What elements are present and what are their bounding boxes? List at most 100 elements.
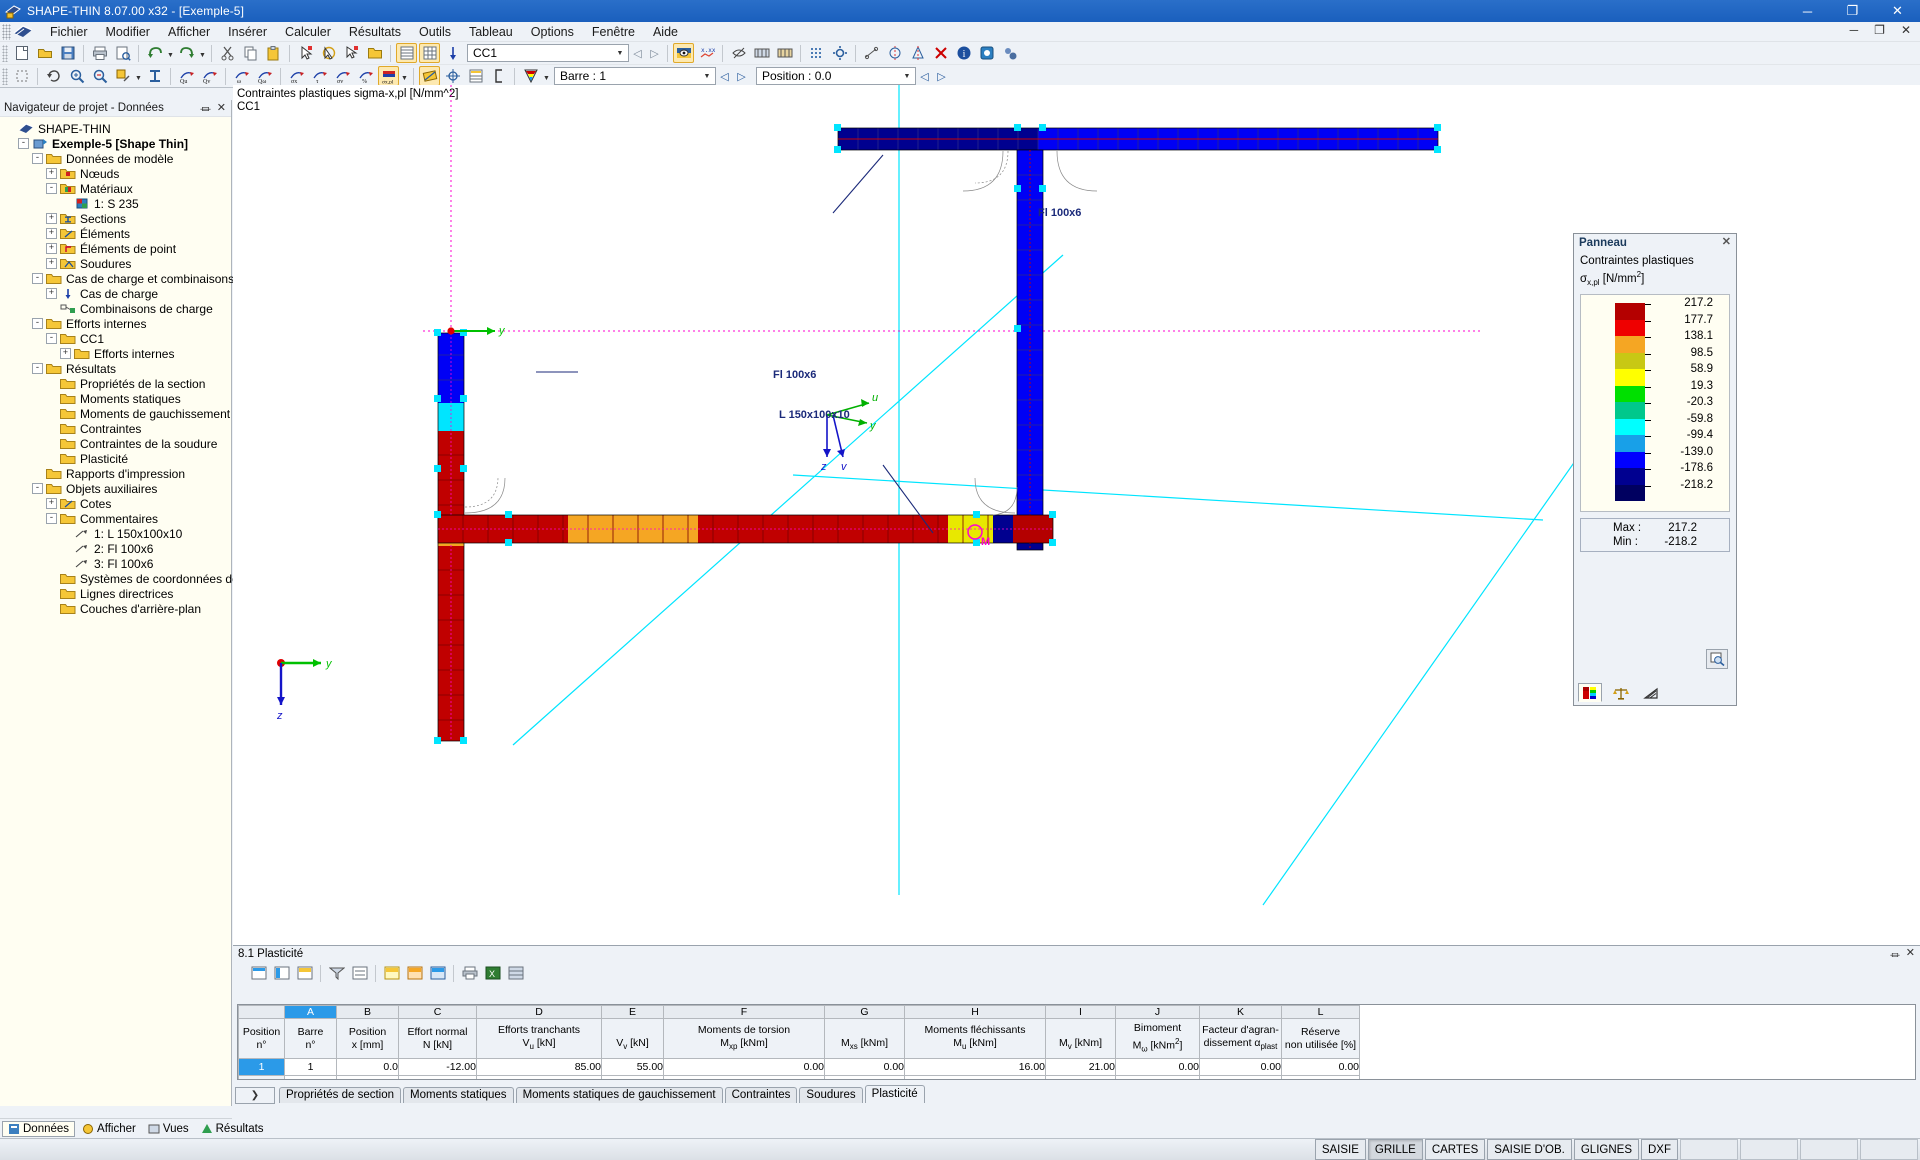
render-results-icon[interactable] bbox=[673, 43, 694, 63]
table-highlight-blue-icon[interactable] bbox=[427, 963, 448, 983]
sigma-v-icon[interactable]: σv bbox=[332, 66, 353, 86]
redo-icon[interactable] bbox=[176, 43, 197, 63]
status-toggle-saisie-d-ob-[interactable]: SAISIE D'OB. bbox=[1487, 1139, 1572, 1160]
table-cell-empty[interactable] bbox=[1115, 1075, 1200, 1079]
menu-item-options[interactable]: Options bbox=[522, 23, 583, 41]
table-cell[interactable]: 55.00 bbox=[601, 1058, 664, 1076]
toolbar-grip-2[interactable] bbox=[2, 67, 8, 85]
load-case-icon[interactable] bbox=[442, 43, 463, 63]
table-cell[interactable]: 21.00 bbox=[1045, 1058, 1116, 1076]
column-letter-header[interactable] bbox=[238, 1005, 285, 1019]
show-values-icon[interactable]: x.xx bbox=[696, 43, 717, 63]
table-cell[interactable]: -12.00 bbox=[398, 1058, 477, 1076]
percent-icon[interactable]: % bbox=[355, 66, 376, 86]
menu-item-outils[interactable]: Outils bbox=[410, 23, 460, 41]
panneau-close-icon[interactable]: ✕ bbox=[1722, 235, 1731, 248]
menu-item-calculer[interactable]: Calculer bbox=[276, 23, 340, 41]
tree-item[interactable]: + Éléments de point bbox=[4, 241, 231, 256]
tree-item[interactable]: Systèmes de coordonnées définis par l bbox=[4, 571, 287, 586]
settings-gear-icon[interactable] bbox=[829, 43, 850, 63]
loadcase-next-button[interactable]: ▷ bbox=[646, 44, 663, 63]
column-letter-header[interactable]: H bbox=[904, 1005, 1046, 1019]
table-row[interactable]: 1 1 0.0 -12.00 85.00 55.00 0.00 0.00 16.00 21.00 0… bbox=[238, 1058, 1360, 1076]
menu-item-fenetre[interactable]: Fenêtre bbox=[583, 23, 644, 41]
tree-toggle[interactable]: - bbox=[46, 333, 57, 344]
bracket-icon[interactable] bbox=[488, 66, 509, 86]
tree-item[interactable]: 2: Fl 100x6 bbox=[4, 541, 231, 556]
results-table[interactable]: A B C D E F G H I J K L Position n° Barre n° Position x [… bbox=[238, 1005, 1360, 1079]
column-letter-header[interactable]: A bbox=[284, 1005, 337, 1019]
member-combo-arrow[interactable]: ▼ bbox=[699, 68, 715, 84]
tree-item[interactable]: Moments de gauchissement bbox=[4, 406, 231, 421]
tree-toggle[interactable]: + bbox=[46, 288, 57, 299]
mdi-restore-button[interactable]: ❐ bbox=[1869, 23, 1890, 37]
position-combo-arrow[interactable]: ▼ bbox=[899, 68, 915, 84]
qv-result-icon[interactable]: Qv bbox=[199, 66, 220, 86]
tree-toggle[interactable]: + bbox=[46, 213, 57, 224]
deselect-icon[interactable] bbox=[341, 43, 362, 63]
mesh-icon[interactable] bbox=[806, 43, 827, 63]
tree-toggle[interactable]: - bbox=[18, 138, 29, 149]
save-icon[interactable] bbox=[57, 43, 78, 63]
member-prev-button[interactable]: ◁ bbox=[716, 67, 733, 86]
select-object-icon[interactable] bbox=[295, 43, 316, 63]
status-toggle-grille[interactable]: GRILLE bbox=[1367, 1139, 1423, 1160]
rotate-icon[interactable] bbox=[43, 66, 64, 86]
table-cell-empty[interactable] bbox=[1045, 1075, 1116, 1079]
table-cell-empty[interactable] bbox=[238, 1075, 285, 1079]
table-highlight-orange-icon[interactable] bbox=[404, 963, 425, 983]
tree-item[interactable]: + Cotes bbox=[4, 496, 231, 511]
redo-dropdown-arrow[interactable]: ▼ bbox=[198, 43, 207, 63]
table-cell[interactable]: 1 bbox=[284, 1058, 337, 1076]
table-settings-icon[interactable] bbox=[505, 963, 526, 983]
navigator-tab-resultats[interactable]: Résultats bbox=[196, 1122, 269, 1136]
tree-toggle[interactable]: + bbox=[60, 348, 71, 359]
tree-item[interactable]: + Nœuds bbox=[4, 166, 231, 181]
navigator-tab-vues[interactable]: Vues bbox=[143, 1122, 194, 1136]
panneau-tab-factors[interactable] bbox=[1609, 683, 1633, 702]
mdi-close-button[interactable]: ✕ bbox=[1896, 23, 1916, 37]
table-cell[interactable]: 16.00 bbox=[904, 1058, 1046, 1076]
menu-item-tableau[interactable]: Tableau bbox=[460, 23, 522, 41]
tree-item[interactable]: Lignes directrices bbox=[4, 586, 231, 601]
results-tab[interactable]: Moments statiques de gauchissement bbox=[515, 1087, 723, 1103]
table-cell-empty[interactable] bbox=[601, 1075, 664, 1079]
print-icon[interactable] bbox=[89, 43, 110, 63]
sigma-xpl-icon[interactable]: σx,pl bbox=[378, 66, 399, 86]
zoom-in-icon[interactable] bbox=[66, 66, 87, 86]
render-mode-icon[interactable] bbox=[112, 66, 133, 86]
target-center-icon[interactable] bbox=[442, 66, 463, 86]
column-letter-header[interactable]: L bbox=[1281, 1005, 1360, 1019]
column-letter-header[interactable]: F bbox=[663, 1005, 825, 1019]
section-table-icon[interactable] bbox=[751, 43, 772, 63]
undo-icon[interactable] bbox=[144, 43, 165, 63]
tree-item[interactable]: - Efforts internes bbox=[4, 316, 231, 331]
omega-result-icon[interactable]: ω bbox=[231, 66, 252, 86]
menu-item-fichier[interactable]: Fichier bbox=[41, 23, 97, 41]
column-letter-header[interactable]: B bbox=[336, 1005, 399, 1019]
tree-item[interactable]: + Cas de charge bbox=[4, 286, 231, 301]
results-table-pin-icon[interactable]: ⏛ bbox=[1890, 947, 1900, 962]
tree-toggle[interactable]: + bbox=[46, 243, 57, 254]
table-cell-empty[interactable] bbox=[824, 1075, 905, 1079]
new-folder-icon[interactable] bbox=[364, 43, 385, 63]
tree-item[interactable]: Propriétés de la section bbox=[4, 376, 231, 391]
member-combo[interactable]: Barre : 1 ▼ bbox=[554, 67, 716, 85]
tree-item[interactable]: Contraintes de la soudure bbox=[4, 436, 231, 451]
table-cell-empty[interactable] bbox=[1281, 1075, 1360, 1079]
table-cell-empty[interactable] bbox=[476, 1075, 602, 1079]
tree-item[interactable]: + Éléments bbox=[4, 226, 231, 241]
tree-toggle[interactable]: - bbox=[32, 273, 43, 284]
results-tab[interactable]: Plasticité bbox=[864, 1085, 925, 1103]
table-view-icon[interactable] bbox=[396, 43, 417, 63]
tau-icon[interactable]: τ bbox=[309, 66, 330, 86]
undo-dropdown-arrow[interactable]: ▼ bbox=[166, 43, 175, 63]
status-toggle-dxf[interactable]: DXF bbox=[1641, 1139, 1678, 1160]
navigator-tab-donnees[interactable]: Données bbox=[2, 1120, 76, 1137]
table-sort-icon[interactable] bbox=[349, 963, 370, 983]
delete-x-icon[interactable] bbox=[930, 43, 951, 63]
tree-item[interactable]: - Données de modèle bbox=[4, 151, 231, 166]
open-file-icon[interactable] bbox=[34, 43, 55, 63]
position-next-button[interactable]: ▷ bbox=[933, 67, 950, 86]
tree-item[interactable]: - Objets auxiliaires bbox=[4, 481, 231, 496]
